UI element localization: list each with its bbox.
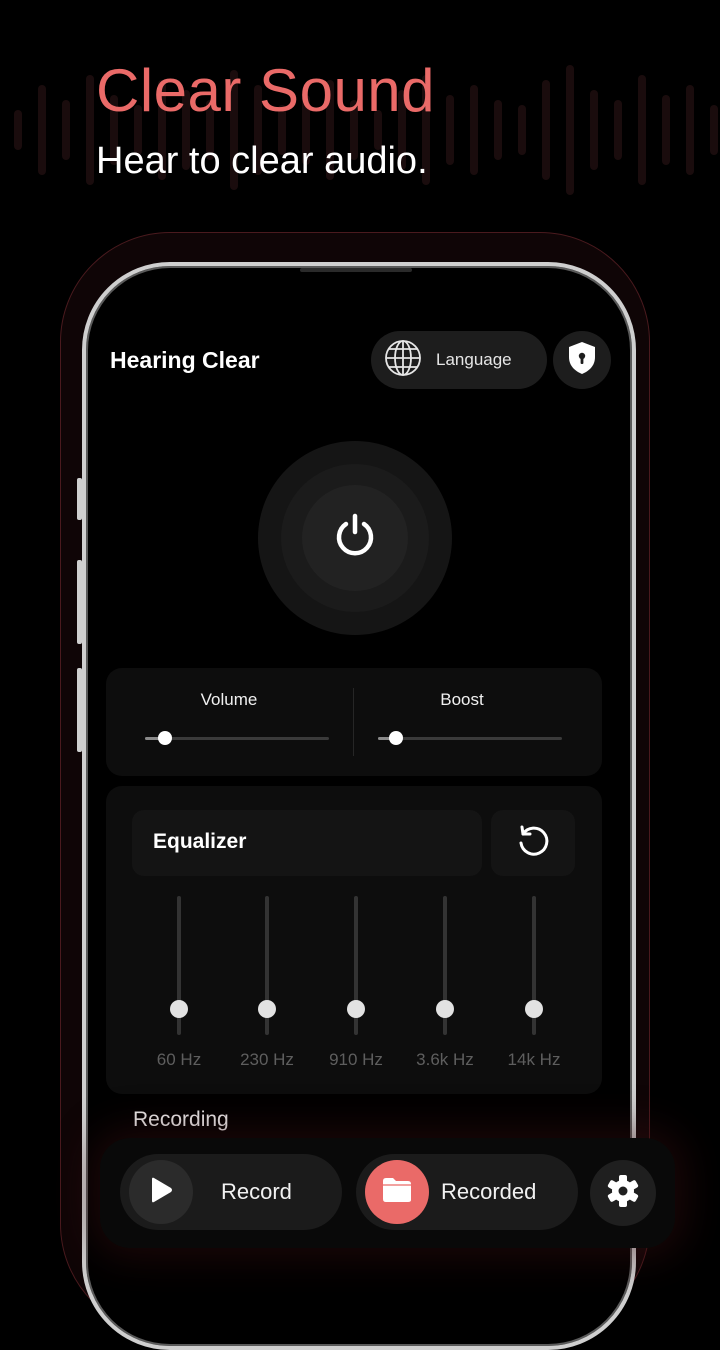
promo-subheadline: Hear to clear audio.	[96, 140, 428, 182]
waveform-bar	[638, 75, 646, 185]
eq-band: 230 Hz	[227, 896, 307, 1076]
eq-band-label: 14k Hz	[507, 1050, 561, 1069]
equalizer-title: Equalizer	[153, 830, 247, 853]
record-label: Record	[221, 1179, 292, 1204]
waveform-bar	[38, 85, 46, 175]
globe-icon	[384, 339, 422, 382]
waveform-bar	[590, 90, 598, 170]
eq-band: 910 Hz	[316, 896, 396, 1076]
gear-icon	[605, 1173, 641, 1214]
waveform-bar	[710, 105, 718, 155]
eq-band-thumb[interactable]	[170, 1000, 188, 1018]
language-button[interactable]: Language	[371, 331, 547, 389]
eq-band-label: 3.6k Hz	[416, 1050, 474, 1069]
eq-band: 14k Hz	[494, 896, 574, 1076]
eq-band-thumb[interactable]	[258, 1000, 276, 1018]
waveform-bar	[542, 80, 550, 180]
recording-section-label: Recording	[133, 1108, 229, 1131]
equalizer-header: Equalizer	[132, 810, 482, 876]
eq-band-label: 910 Hz	[329, 1050, 383, 1069]
volume-slider[interactable]	[145, 731, 329, 745]
waveform-bar	[494, 100, 502, 160]
equalizer-card: Equalizer 60 Hz 230 Hz 910 Hz 3.6k Hz 14k Hz	[106, 786, 602, 1094]
power-button-core	[302, 485, 408, 591]
power-icon	[333, 513, 377, 564]
divider	[353, 688, 354, 756]
eq-band-label: 230 Hz	[240, 1050, 294, 1069]
eq-band-thumb[interactable]	[436, 1000, 454, 1018]
equalizer-reset-button[interactable]	[491, 810, 575, 876]
waveform-bar	[566, 65, 574, 195]
power-button-ring	[281, 464, 429, 612]
volume-boost-card: Volume Boost	[106, 668, 602, 776]
waveform-bar	[62, 100, 70, 160]
promo-headline: Clear Sound	[96, 57, 436, 124]
eq-band-thumb[interactable]	[347, 1000, 365, 1018]
shield-lock-icon	[567, 341, 597, 380]
language-label: Language	[436, 350, 512, 369]
power-button[interactable]	[258, 441, 452, 635]
waveform-bar	[86, 75, 94, 185]
settings-button[interactable]	[590, 1160, 656, 1226]
waveform-bar	[446, 95, 454, 165]
boost-slider-thumb[interactable]	[389, 731, 404, 745]
recorded-button-circle	[365, 1160, 429, 1224]
record-button[interactable]: Record	[120, 1154, 342, 1230]
privacy-button[interactable]	[553, 331, 611, 389]
app-title: Hearing Clear	[110, 347, 260, 373]
waveform-bar	[686, 85, 694, 175]
eq-band: 3.6k Hz	[405, 896, 485, 1076]
waveform-bar	[662, 95, 670, 165]
waveform-bar	[614, 100, 622, 160]
eq-band-thumb[interactable]	[525, 1000, 543, 1018]
waveform-bar	[518, 105, 526, 155]
recorded-button[interactable]: Recorded	[356, 1154, 578, 1230]
record-button-circle	[129, 1160, 193, 1224]
eq-band: 60 Hz	[139, 896, 219, 1076]
phone-notch	[300, 268, 412, 272]
boost-slider[interactable]	[378, 731, 562, 745]
folder-icon	[381, 1176, 413, 1209]
volume-label: Volume	[200, 690, 258, 709]
volume-slider-thumb[interactable]	[158, 731, 173, 745]
boost-label: Boost	[440, 690, 484, 709]
waveform-bar	[470, 85, 478, 175]
waveform-bar	[14, 110, 22, 150]
eq-band-label: 60 Hz	[156, 1050, 202, 1069]
reset-icon	[515, 823, 551, 864]
play-icon	[148, 1176, 174, 1209]
recorded-label: Recorded	[441, 1179, 537, 1204]
